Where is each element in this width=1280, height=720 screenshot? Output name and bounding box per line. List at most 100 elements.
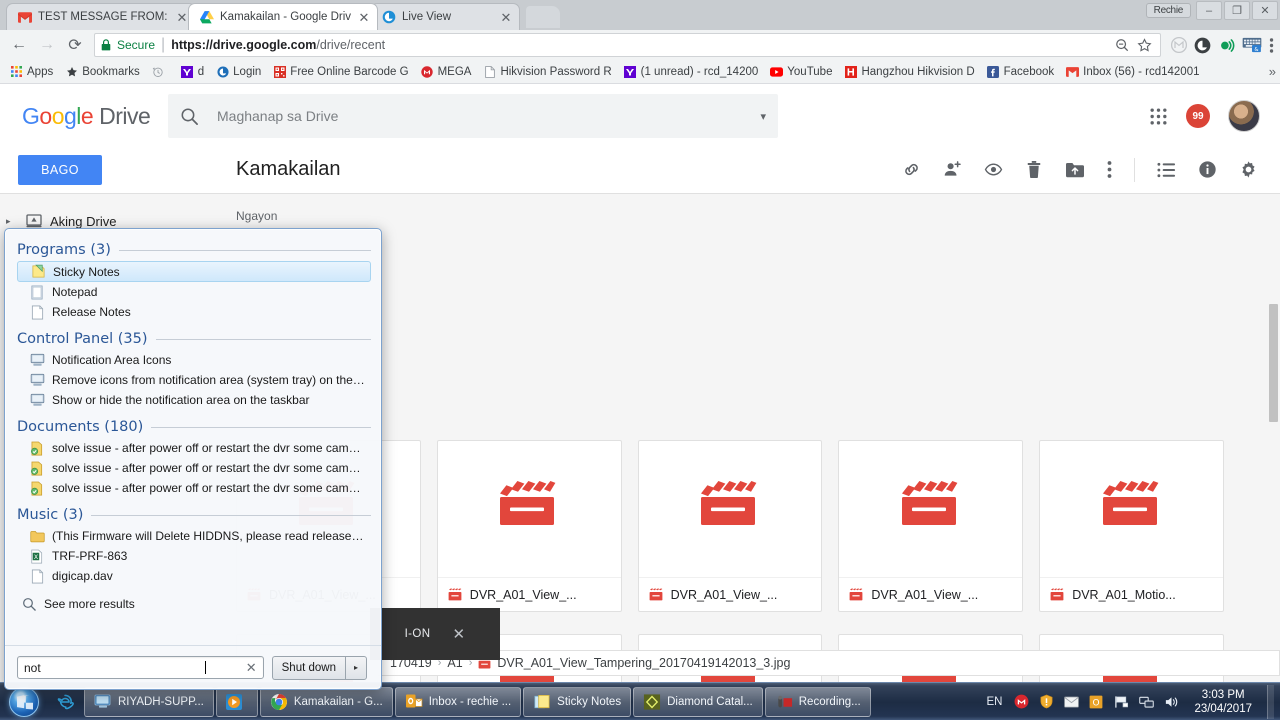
result-item-trf-prf-863[interactable]: X TRF-PRF-863 [17,546,371,566]
file-card-footer: DVR_A01_View_... [437,577,621,611]
bookmark-apps[interactable]: Apps [4,62,59,82]
bookmarks-overflow-icon[interactable]: » [1269,64,1276,79]
new-tab-button[interactable] [526,6,560,28]
current-file-name: DVR_A01_View_Tampering_20170419142013_3.… [497,656,791,670]
result-item-release-notes[interactable]: Release Notes [17,302,371,322]
result-item-digicap-dav[interactable]: digicap.dav [17,566,371,586]
trash-icon[interactable] [1025,160,1043,179]
list-view-icon[interactable] [1157,162,1176,178]
reload-button[interactable]: ⟳ [62,32,88,58]
info-icon[interactable] [1198,160,1217,179]
page-scrollbar[interactable] [1268,194,1279,682]
result-item-notepad[interactable]: Notepad [17,282,371,302]
browser-tab-2[interactable]: Live View ✕ [370,3,520,30]
result-item-firmware-folder[interactable]: (This Firmware will Delete HIDDNS, pleas… [17,526,371,546]
see-more-results-link[interactable]: See more results [17,596,371,612]
result-item-document[interactable]: solve issue - after power off or restart… [17,458,371,478]
close-icon[interactable]: ✕ [357,11,371,24]
result-item-document[interactable]: solve issue - after power off or restart… [17,478,371,498]
result-item-sticky-notes[interactable]: Sticky Notes [17,261,371,282]
taskbar-button-riyadh-supp[interactable]: RIYADH-SUPP... [84,686,214,717]
google-drive-logo[interactable]: Google Drive [14,103,154,130]
notification-badge[interactable]: 99 [1186,104,1210,128]
broadcast-extension-icon[interactable] [1218,37,1235,54]
taskbar-button-sticky-notes[interactable]: Sticky Notes [523,686,632,717]
shutdown-options-arrow[interactable]: ▸ [345,655,367,680]
file-name: DVR_A01_Motio... [1072,587,1176,602]
file-card[interactable]: DVR_A01_View_... [637,440,823,612]
close-icon[interactable]: ✕ [499,11,513,24]
maximize-button[interactable]: ❐ [1224,1,1250,20]
taskbar-button-chrome-drive[interactable]: Kamakailan - G... [259,686,393,717]
result-item-document[interactable]: solve issue - after power off or restart… [17,438,371,458]
link-icon[interactable] [902,160,921,179]
apps-grid-icon[interactable] [1149,107,1168,126]
bookmark-login[interactable]: Login [210,62,267,82]
scrollbar-thumb[interactable] [1269,304,1278,422]
bookmark-yahoo-unread[interactable]: (1 unread) - rcd_14200 [618,62,765,82]
move-to-folder-icon[interactable] [1065,161,1085,179]
result-item-show-or-hide-notification-area[interactable]: Show or hide the notification area on th… [17,390,371,410]
clear-search-icon[interactable]: ✕ [246,660,257,676]
browser-tab-0[interactable]: TEST MESSAGE FROM: E ✕ [6,3,196,30]
security-alert-icon[interactable] [1038,694,1054,710]
bookmark-facebook[interactable]: Facebook [981,62,1061,82]
drive-search-bar[interactable]: Maghanap sa Drive ▾ [168,94,778,138]
close-icon[interactable]: ✕ [452,625,465,643]
bookmark-barcode[interactable]: Free Online Barcode G [267,62,414,82]
bookmark-history[interactable] [146,62,175,82]
language-indicator[interactable]: EN [984,696,1004,708]
bookmark-label: YouTube [787,65,833,78]
chevron-right-icon[interactable]: ▸ [6,216,18,227]
close-icon[interactable]: ✕ [175,11,189,24]
chrome-menu-icon[interactable] [1269,37,1274,54]
edge-circle-extension-icon[interactable] [1194,37,1211,54]
chevron-down-icon[interactable]: ▾ [760,110,766,123]
taskbar-button-media-player[interactable] [215,686,258,717]
file-card[interactable]: DVR_A01_Motio... [1039,440,1224,612]
bookmark-yahoo-d[interactable]: d [175,62,210,82]
keyboard-extension-icon[interactable]: & [1242,37,1262,53]
bookmark-star-icon[interactable] [1137,37,1152,53]
profile-name-chip[interactable]: Rechie [1145,3,1191,18]
new-button[interactable]: BAGO [18,154,102,185]
preview-eye-icon[interactable] [984,160,1003,179]
add-person-icon[interactable] [943,160,962,179]
show-desktop-button[interactable] [1267,684,1274,719]
bookmark-hangzhou-hikvision[interactable]: Hangzhou Hikvision D [838,62,980,82]
result-item-remove-icons-from-notification-area[interactable]: Remove icons from notification area (sys… [17,370,371,390]
taskbar-button-diamond-catalog[interactable]: Diamond Catal... [633,686,763,717]
flag-tray-icon[interactable] [1113,694,1129,710]
mega-tray-icon[interactable] [1013,694,1029,710]
taskbar-button-outlook-inbox[interactable]: Inbox - rechie ... [394,686,522,717]
back-button[interactable]: ← [6,32,32,58]
minimize-button[interactable]: – [1196,1,1222,20]
bookmark-hikvision-password[interactable]: Hikvision Password R [477,62,617,82]
mega-extension-icon[interactable] [1171,37,1187,53]
taskbar-clock[interactable]: 3:03 PM 23/04/2017 [1188,688,1258,716]
bookmark-inbox-gmail[interactable]: Inbox (56) - rcd142001 [1060,62,1205,82]
avatar[interactable] [1228,100,1260,132]
result-item-notification-area-icons[interactable]: Notification Area Icons [17,350,371,370]
file-card[interactable]: DVR_A01_View_... [838,440,1024,612]
forward-button[interactable]: → [34,32,60,58]
shutdown-button[interactable]: Shut down [271,655,345,680]
toast-label[interactable]: I-ON [405,628,431,640]
search-input[interactable]: Maghanap sa Drive [217,108,742,124]
start-search-input[interactable]: not ✕ [17,656,264,679]
address-bar[interactable]: Secure | https://drive.google.com/drive/… [94,33,1161,57]
close-window-button[interactable]: ✕ [1252,1,1278,20]
browser-tab-1[interactable]: Kamakailan - Google Driv ✕ [188,3,378,30]
settings-gear-icon[interactable] [1239,160,1258,179]
office-tray-icon[interactable]: O [1088,694,1104,710]
network-tray-icon[interactable] [1138,694,1154,710]
zoom-out-icon[interactable] [1115,38,1129,52]
bookmark-mega[interactable]: MEGA [415,62,478,82]
mail-tray-icon[interactable] [1063,694,1079,710]
bookmark-youtube[interactable]: YouTube [764,62,838,82]
bookmark-bookmarks[interactable]: Bookmarks [59,62,146,82]
file-card[interactable]: DVR_A01_View_... [436,440,622,612]
volume-tray-icon[interactable] [1163,694,1179,710]
taskbar-button-recording[interactable]: Recording... [764,686,871,717]
more-vertical-icon[interactable] [1107,160,1112,179]
